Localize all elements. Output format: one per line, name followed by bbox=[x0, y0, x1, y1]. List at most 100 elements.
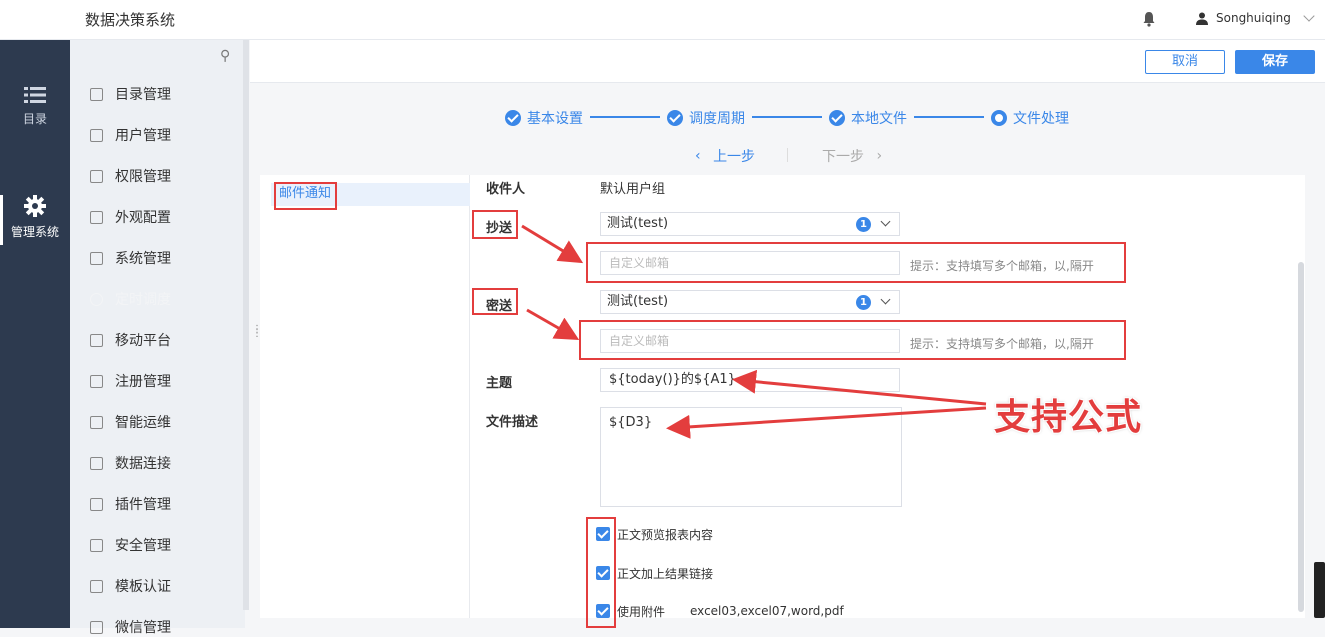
checkbox[interactable] bbox=[596, 566, 610, 580]
gear-icon bbox=[90, 251, 103, 265]
subject-label: 主题 bbox=[486, 376, 513, 391]
sidebar-item-appearance[interactable]: 外观配置 bbox=[90, 207, 171, 227]
highlight-box bbox=[274, 182, 337, 210]
app-title: 数据决策系统 bbox=[85, 11, 176, 29]
checkbox-label: 正文预览报表内容 bbox=[617, 528, 714, 542]
step-connector bbox=[752, 116, 822, 118]
sidebar-item-system[interactable]: 系统管理 bbox=[90, 248, 171, 268]
rail-item-catalog[interactable]: 目录 bbox=[0, 86, 70, 127]
link-icon bbox=[90, 456, 103, 470]
sidebar-item-label: 目录管理 bbox=[115, 87, 171, 103]
annotation-text: 支持公式 bbox=[994, 397, 1143, 438]
panel-scrollbar[interactable] bbox=[1298, 262, 1304, 612]
document-icon bbox=[90, 87, 103, 101]
level-meter bbox=[1314, 562, 1325, 618]
sidebar-item-label: 系统管理 bbox=[115, 251, 171, 267]
sidebar-item-ops[interactable]: 智能运维 bbox=[90, 412, 171, 432]
admin-sidebar: ⚲ 目录管理 用户管理 权限管理 外观配置 系统管理 定时调度 移动平台 注册管… bbox=[70, 40, 245, 636]
sidebar-item-catalog[interactable]: 目录管理 bbox=[90, 84, 171, 104]
pin-icon[interactable]: ⚲ bbox=[220, 48, 230, 64]
checkbox-label: 正文加上结果链接 bbox=[617, 567, 714, 581]
shield-icon bbox=[90, 538, 103, 552]
bcc-select-value: 测试(test) bbox=[607, 294, 669, 309]
prev-step-button[interactable]: ‹ 上一步 bbox=[695, 146, 755, 166]
sidebar-item-label: 外观配置 bbox=[115, 210, 171, 226]
cc-select[interactable]: 测试(test) 1 bbox=[600, 212, 900, 236]
step-basic[interactable]: 基本设置 bbox=[505, 108, 583, 128]
step-label: 调度周期 bbox=[689, 111, 745, 127]
step-local-file[interactable]: 本地文件 bbox=[829, 108, 907, 128]
divider bbox=[787, 148, 788, 162]
puzzle-icon bbox=[90, 497, 103, 511]
list-icon bbox=[24, 87, 46, 103]
highlight-box bbox=[586, 242, 1126, 283]
sidebar-item-label: 模板认证 bbox=[115, 579, 171, 595]
rail-label: 目录 bbox=[22, 112, 47, 126]
sidebar-item-permissions[interactable]: 权限管理 bbox=[90, 166, 171, 186]
register-icon bbox=[90, 374, 103, 388]
sidebar-item-label: 数据连接 bbox=[115, 456, 171, 472]
highlight-box bbox=[579, 320, 1126, 360]
cc-select-value: 测试(test) bbox=[607, 216, 669, 231]
sidebar-item-security[interactable]: 安全管理 bbox=[90, 535, 171, 555]
current-step-icon bbox=[991, 110, 1007, 126]
step-connector bbox=[590, 116, 660, 118]
sidebar-item-label: 用户管理 bbox=[115, 128, 171, 144]
sidebar-item-users[interactable]: 用户管理 bbox=[90, 125, 171, 145]
recipient-label: 收件人 bbox=[486, 182, 526, 197]
chevron-down-icon bbox=[1303, 10, 1315, 22]
recipient-value: 默认用户组 bbox=[600, 182, 666, 197]
sidebar-scrollbar[interactable] bbox=[243, 40, 249, 610]
subject-input[interactable]: ${today()}的${A1} bbox=[600, 368, 900, 392]
checkbox[interactable] bbox=[596, 527, 610, 541]
sidebar-item-template-auth[interactable]: 模板认证 bbox=[90, 576, 171, 596]
step-label: 本地文件 bbox=[851, 111, 907, 127]
left-tab-list bbox=[260, 175, 470, 618]
sidebar-item-label: 定时调度 bbox=[115, 292, 171, 308]
checkbox[interactable] bbox=[596, 604, 610, 618]
attachment-formats: excel03,excel07,word,pdf bbox=[690, 604, 844, 618]
top-header: 数据决策系统 Songhuiqing bbox=[0, 0, 1325, 40]
count-badge: 1 bbox=[856, 217, 871, 232]
mobile-icon bbox=[90, 333, 103, 347]
sidebar-item-connections[interactable]: 数据连接 bbox=[90, 453, 171, 473]
sidebar-item-label: 插件管理 bbox=[115, 497, 171, 513]
lock-icon bbox=[90, 169, 103, 183]
prev-label: 上一步 bbox=[713, 149, 756, 165]
bell-icon[interactable] bbox=[1142, 11, 1156, 27]
certificate-icon bbox=[90, 579, 103, 593]
gear-icon bbox=[24, 195, 46, 217]
sidebar-item-mobile[interactable]: 移动平台 bbox=[90, 330, 171, 350]
count-badge: 1 bbox=[856, 295, 871, 310]
user-icon bbox=[1196, 12, 1208, 25]
sidebar-item-schedule[interactable]: 定时调度 bbox=[90, 289, 171, 309]
rail-item-admin[interactable]: 管理系统 bbox=[0, 195, 70, 240]
nav-rail: 目录 管理系统 bbox=[0, 40, 70, 628]
sidebar-item-label: 移动平台 bbox=[115, 333, 171, 349]
step-label: 文件处理 bbox=[1013, 111, 1069, 127]
step-file-process[interactable]: 文件处理 bbox=[991, 108, 1069, 128]
rail-label: 管理系统 bbox=[10, 225, 59, 239]
sidebar-item-label: 注册管理 bbox=[115, 374, 171, 390]
description-label: 文件描述 bbox=[486, 415, 539, 430]
description-textarea[interactable]: ${D3} bbox=[600, 407, 902, 507]
highlight-box bbox=[472, 210, 518, 239]
sidebar-item-wechat[interactable]: 微信管理 bbox=[90, 617, 171, 637]
next-step-button[interactable]: 下一步 › bbox=[822, 146, 882, 166]
wechat-icon bbox=[90, 620, 103, 634]
brush-icon bbox=[90, 210, 103, 224]
check-circle-icon bbox=[505, 110, 521, 126]
next-label: 下一步 bbox=[822, 149, 864, 165]
sidebar-item-plugins[interactable]: 插件管理 bbox=[90, 494, 171, 514]
chevron-down-icon bbox=[880, 216, 891, 227]
cancel-button[interactable]: 取消 bbox=[1145, 50, 1225, 74]
sidebar-item-registration[interactable]: 注册管理 bbox=[90, 371, 171, 391]
save-button[interactable]: 保存 bbox=[1235, 50, 1315, 74]
network-icon bbox=[90, 415, 103, 429]
user-icon bbox=[90, 128, 103, 142]
highlight-box bbox=[472, 288, 518, 315]
step-cycle[interactable]: 调度周期 bbox=[667, 108, 745, 128]
bcc-select[interactable]: 测试(test) 1 bbox=[600, 290, 900, 314]
step-connector bbox=[914, 116, 984, 118]
user-menu[interactable]: Songhuiqing bbox=[1196, 10, 1315, 25]
